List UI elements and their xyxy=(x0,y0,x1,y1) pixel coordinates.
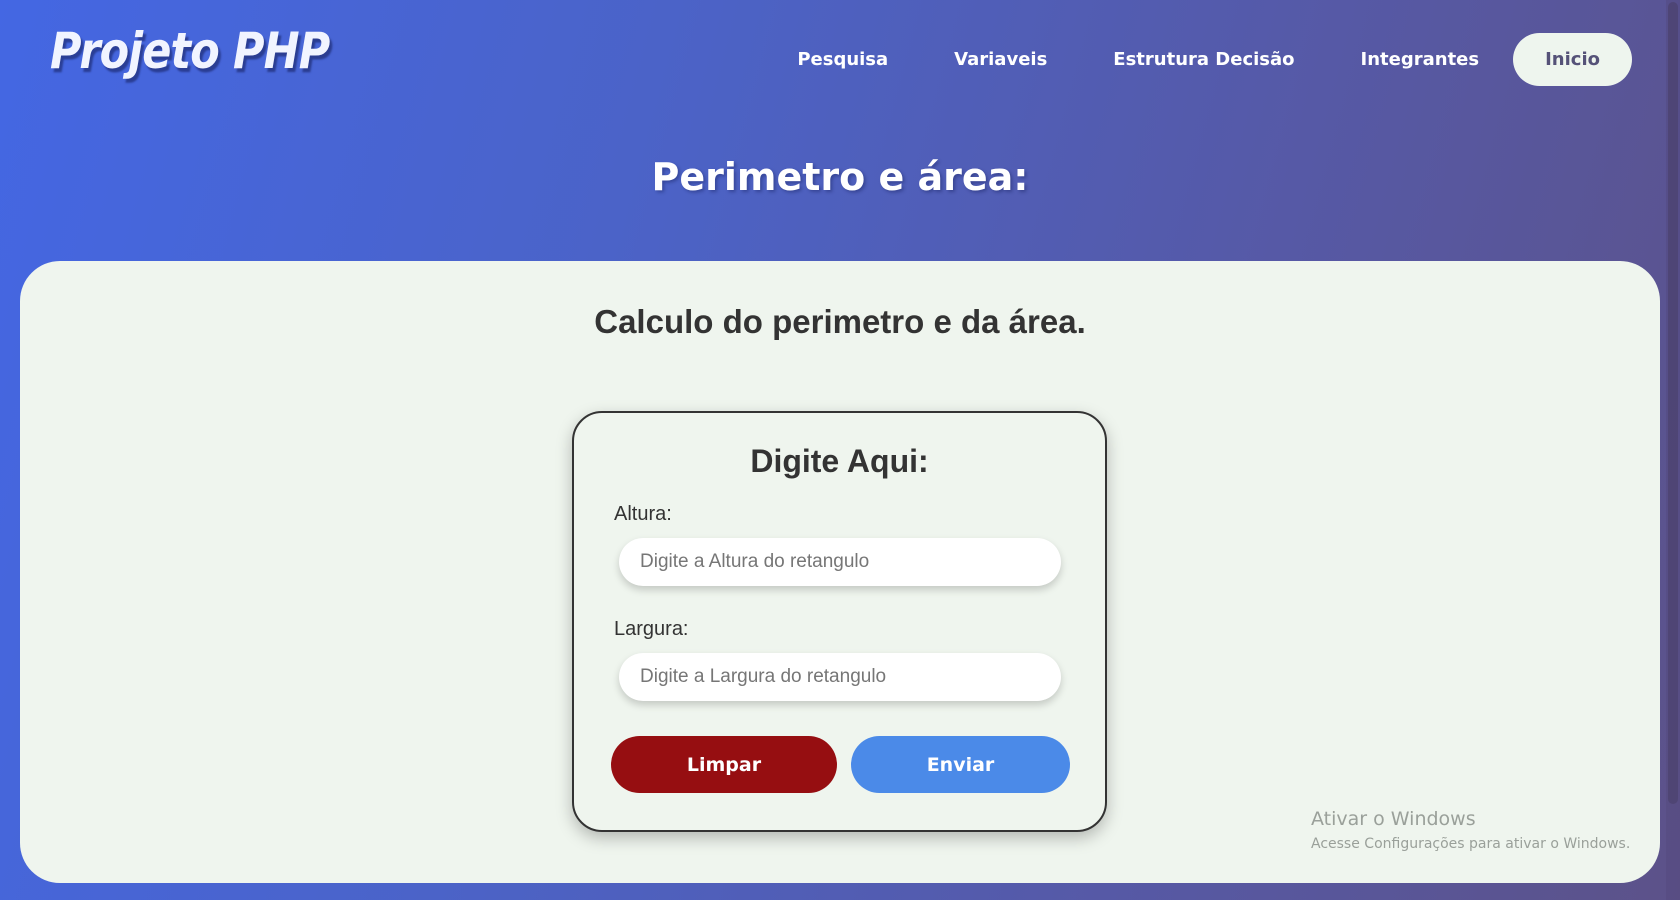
page-title: Perimetro e área: xyxy=(651,155,1029,199)
watermark-subtitle: Acesse Configurações para ativar o Windo… xyxy=(1311,836,1631,852)
site-logo[interactable]: Projeto PHP xyxy=(50,22,330,80)
nav-link-variaveis[interactable]: Variaveis xyxy=(921,33,1080,86)
watermark-title: Ativar o Windows xyxy=(1311,808,1476,830)
section-title: Calculo do perimetro e da área. xyxy=(594,303,1086,340)
height-label: Altura: xyxy=(614,503,672,525)
clear-button[interactable]: Limpar xyxy=(611,736,837,793)
nav-link-inicio[interactable]: Inicio xyxy=(1513,33,1632,86)
height-input[interactable] xyxy=(619,538,1061,586)
main-panel: Calculo do perimetro e da área. Digite A… xyxy=(20,261,1660,883)
scrollbar-thumb[interactable] xyxy=(1668,2,1678,804)
page-scrollbar[interactable] xyxy=(1666,0,1680,900)
form-title: Digite Aqui: xyxy=(750,443,929,479)
windows-activation-watermark: Ativar o Windows Acesse Configurações pa… xyxy=(1311,808,1630,852)
nav-link-pesquisa[interactable]: Pesquisa xyxy=(764,33,921,86)
send-button[interactable]: Enviar xyxy=(851,736,1070,793)
calc-form: Digite Aqui: Altura: Largura: Limpar Env… xyxy=(572,411,1107,832)
width-label: Largura: xyxy=(614,618,689,640)
width-input[interactable] xyxy=(619,653,1061,701)
nav-link-estrutura-decisao[interactable]: Estrutura Decisão xyxy=(1080,33,1327,86)
nav-link-integrantes[interactable]: Integrantes xyxy=(1328,33,1513,86)
main-nav: Pesquisa Variaveis Estrutura Decisão Int… xyxy=(764,33,1632,86)
